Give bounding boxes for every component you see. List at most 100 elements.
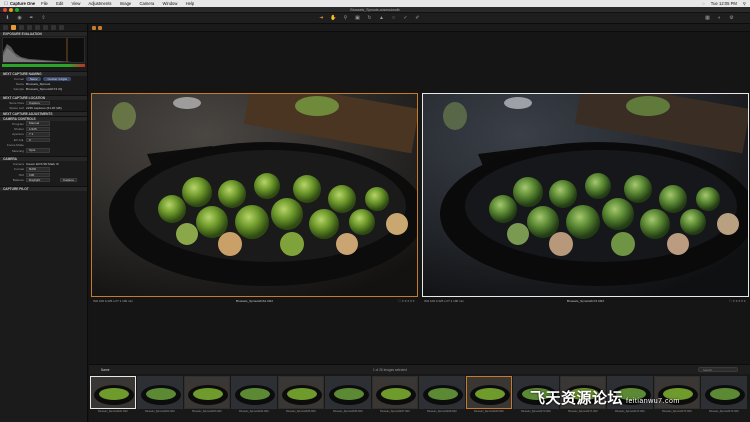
filmstrip-thumbnail[interactable]: Brussels_Sprouts0169.CR2 (466, 376, 512, 418)
thumbnail-name: Brussels_Sprouts0168.CR2 (427, 410, 457, 413)
tab-color[interactable] (19, 25, 24, 30)
share-icon[interactable]: ⇧ (40, 15, 47, 22)
menu-image[interactable]: Image (120, 1, 132, 6)
menu-bar:  Capture One File Edit View Adjustments… (0, 0, 750, 7)
search-icon[interactable]: ⚲ (743, 1, 746, 6)
space-value: 2236 captures (61.20 GB) (26, 106, 62, 111)
filmstrip-thumbnail[interactable]: Brussels_Sprouts0162.CR2 (137, 376, 183, 418)
zoom-tool-icon[interactable]: ⚲ (342, 15, 349, 22)
camera-label: Camera (12, 161, 24, 166)
single-view-button[interactable] (92, 26, 96, 30)
name-field[interactable]: Brussels_Sprouts (26, 82, 50, 86)
menu-edit[interactable]: Edit (56, 1, 63, 6)
clock[interactable]: Tue 12:05 PM (711, 1, 737, 6)
multi-view-button[interactable] (98, 26, 102, 30)
thumbnail-name: Brussels_Sprouts0164.CR2 (239, 410, 269, 413)
menu-help[interactable]: Help (186, 1, 195, 6)
format-token-counter[interactable]: Counter 4 digits (43, 76, 72, 81)
format-token-name[interactable]: Name (26, 76, 42, 81)
app-menu[interactable]: Capture One (10, 1, 35, 6)
compare-image-name: Brussels_Sprouts0174.CR2 (566, 299, 605, 303)
import-icon[interactable]: ⬇ (4, 15, 11, 22)
compare-image-rating-icon[interactable]: ☐ ★★★★★ (729, 299, 746, 303)
watermark-text: 飞天资源论坛 (530, 390, 624, 407)
program-select[interactable]: Manual (26, 121, 50, 126)
thumbnail-image (325, 376, 371, 409)
tab-details[interactable] (43, 25, 48, 30)
ev-stepper[interactable]: 0 (26, 137, 50, 143)
metering-select[interactable]: Spot (26, 148, 50, 153)
status-area: ◌ Tue 12:05 PM ⚲ (702, 1, 746, 6)
balance-select[interactable]: Daylight (26, 177, 50, 183)
iso-select[interactable]: 100 (26, 172, 50, 177)
thumbnail-name: Brussels_Sprouts0172.CR2 (615, 410, 645, 413)
picker-tool-icon[interactable]: ✓ (402, 15, 409, 22)
camera-format-select[interactable]: RAW (26, 167, 50, 172)
settings-icon[interactable]: ⚙ (728, 15, 735, 22)
thumbnail-image (278, 376, 324, 409)
aperture-stepper[interactable]: 7.1 (26, 132, 50, 137)
primary-image[interactable] (91, 93, 418, 297)
proof-icon[interactable]: ◐ (716, 15, 723, 22)
keystone-tool-icon[interactable]: ▲ (378, 15, 385, 22)
shutter-label: Shutter (14, 127, 24, 132)
menu-file[interactable]: File (41, 1, 48, 6)
shutter-stepper[interactable]: 1/125 (26, 126, 50, 132)
histogram (2, 37, 85, 63)
tab-local[interactable] (51, 25, 56, 30)
rotate-tool-icon[interactable]: ↻ (366, 15, 373, 22)
filmstrip-thumbnail[interactable]: Brussels_Sprouts0167.CR2 (372, 376, 418, 418)
thumbnail-image (701, 376, 747, 409)
store-select[interactable]: Capture (26, 100, 50, 106)
filmstrip-thumbnail[interactable]: Brussels_Sprouts0166.CR2 (325, 376, 371, 418)
camera-value: Canon EOS 5D Mark III (26, 161, 59, 166)
capture-button[interactable]: Capture (60, 177, 78, 183)
filmstrip-thumbnail[interactable]: Brussels_Sprouts0165.CR2 (278, 376, 324, 418)
primary-image-rating-icon[interactable]: ☐ ★★★★★ (398, 299, 415, 303)
viewer-toolbar (89, 24, 750, 32)
thumbnail-name: Brussels_Sprouts0171.CR2 (568, 410, 598, 413)
filmstrip-thumbnail[interactable]: Brussels_Sprouts0163.CR2 (184, 376, 230, 418)
watermark: 飞天资源论坛 feitianwu7.com (530, 387, 680, 408)
menu-view[interactable]: View (71, 1, 80, 6)
thumbnail-image (184, 376, 230, 409)
capture-icon[interactable]: ◉ (16, 15, 23, 22)
hand-tool-icon[interactable]: ✋ (330, 15, 337, 22)
thumbnail-name: Brussels_Sprouts0167.CR2 (380, 410, 410, 413)
tab-exposure[interactable] (27, 25, 32, 30)
sort-select[interactable]: Name (101, 368, 110, 372)
menu-adjustments[interactable]: Adjustments (88, 1, 111, 6)
filmstrip-search-input[interactable]: Search (698, 367, 738, 372)
thumbnail-name: Brussels_Sprouts0174.CR2 (709, 410, 739, 413)
menu-window[interactable]: Window (163, 1, 178, 6)
filmstrip-thumbnail[interactable]: Brussels_Sprouts0174.CR2 (701, 376, 747, 418)
viewer-mode-buttons (92, 26, 102, 30)
compare-image[interactable] (422, 93, 749, 297)
section-exposure-evaluation[interactable]: EXPOSURE EVALUATION (0, 31, 87, 36)
thumbnail-name: Brussels_Sprouts0170.CR2 (521, 410, 551, 413)
thumbnail-image (372, 376, 418, 409)
filmstrip-thumbnail[interactable]: Brussels_Sprouts0161.CR2 (90, 376, 136, 418)
tool-tabs (0, 24, 87, 31)
filmstrip-thumbnail[interactable]: Brussels_Sprouts0164.CR2 (231, 376, 277, 418)
cursor-tool-icon[interactable]: ➜ (318, 15, 325, 22)
grid-view-icon[interactable]: ▦ (704, 15, 711, 22)
thumbnail-name: Brussels_Sprouts0165.CR2 (286, 410, 316, 413)
tab-library[interactable] (3, 25, 8, 30)
viewer: ISO 100 1/125 s f/7.1 100 mm Brussels_Sp… (89, 24, 750, 364)
section-capture-pilot[interactable]: CAPTURE PILOT (0, 185, 87, 191)
tab-lens[interactable] (35, 25, 40, 30)
name-label: Name (15, 82, 24, 87)
filmstrip-thumbnail[interactable]: Brussels_Sprouts0168.CR2 (419, 376, 465, 418)
thumbnail-image (137, 376, 183, 409)
brush-icon[interactable]: ✒ (28, 15, 35, 22)
tab-output[interactable] (59, 25, 64, 30)
focus-label: Focus Mode (6, 143, 24, 148)
thumbnail-image (231, 376, 277, 409)
annotate-tool-icon[interactable]: ✐ (414, 15, 421, 22)
wifi-icon[interactable]: ◌ (702, 1, 705, 6)
mask-tool-icon[interactable]: ○ (390, 15, 397, 22)
crop-tool-icon[interactable]: ▣ (354, 15, 361, 22)
menu-camera[interactable]: Camera (139, 1, 154, 6)
tab-capture[interactable] (11, 25, 16, 30)
